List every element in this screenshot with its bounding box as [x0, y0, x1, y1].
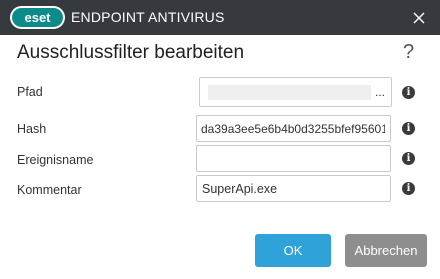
hash-info-icon[interactable]: i — [402, 122, 415, 135]
cancel-button[interactable]: Abbrechen — [345, 234, 427, 267]
event-name-input[interactable] — [196, 145, 391, 172]
path-value — [208, 85, 371, 100]
title-bar: eset ENDPOINT ANTIVIRUS — [0, 0, 440, 35]
path-label: Pfad — [17, 85, 43, 99]
hash-label: Hash — [17, 122, 47, 136]
comment-input[interactable] — [196, 175, 391, 202]
logo-text: eset — [24, 10, 51, 25]
ok-button[interactable]: OK — [255, 234, 331, 267]
browse-button[interactable]: ... — [375, 85, 385, 99]
hash-input[interactable] — [196, 115, 391, 142]
event-name-label: Ereignisname — [17, 153, 94, 167]
close-button[interactable] — [405, 4, 432, 31]
event-name-info-icon[interactable]: i — [402, 152, 415, 165]
app-title: ENDPOINT ANTIVIRUS — [71, 9, 225, 25]
comment-label: Kommentar — [17, 183, 82, 197]
eset-logo: eset — [10, 6, 65, 29]
dialog-title: Ausschlussfilter bearbeiten — [17, 42, 245, 63]
help-icon[interactable]: ? — [403, 41, 414, 64]
comment-info-icon[interactable]: i — [402, 182, 415, 195]
close-icon — [413, 12, 424, 23]
path-field[interactable]: ... — [199, 77, 392, 107]
path-info-icon[interactable]: i — [402, 86, 415, 99]
